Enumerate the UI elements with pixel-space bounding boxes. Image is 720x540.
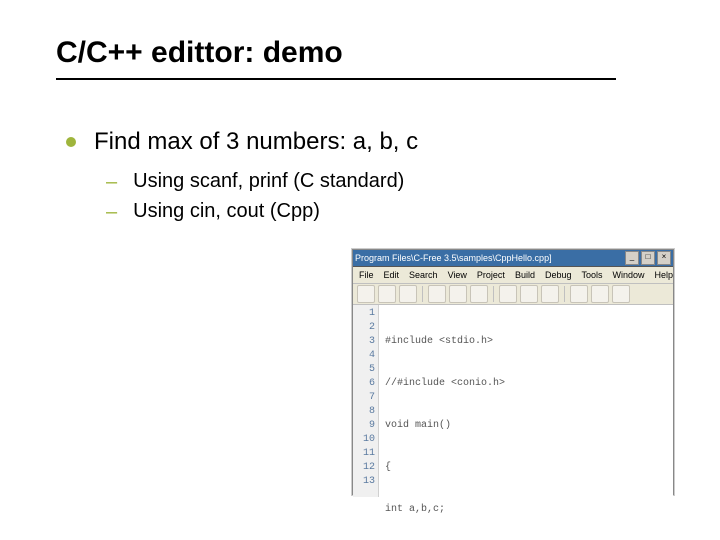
- line-number: 8: [353, 405, 375, 419]
- code-line: #include <stdio.h>: [385, 335, 669, 349]
- toolbar-button[interactable]: [570, 285, 588, 303]
- code-line: //#include <conio.h>: [385, 377, 669, 391]
- code-area[interactable]: #include <stdio.h> //#include <conio.h> …: [379, 305, 673, 497]
- toolbar-button[interactable]: [612, 285, 630, 303]
- title-underline: [56, 78, 616, 80]
- toolbar-button[interactable]: [591, 285, 609, 303]
- toolbar-separator: [564, 286, 565, 302]
- toolbar-button[interactable]: [541, 285, 559, 303]
- line-number: 1: [353, 307, 375, 321]
- menu-window[interactable]: Window: [613, 270, 645, 280]
- bullet-level2-text: Using scanf, prinf (C standard): [133, 170, 404, 193]
- toolbar-button[interactable]: [520, 285, 538, 303]
- dash-icon: –: [106, 171, 117, 194]
- bullet-level1: Find max of 3 numbers: a, b, c: [66, 128, 664, 156]
- line-number: 13: [353, 475, 375, 489]
- toolbar-button[interactable]: [399, 285, 417, 303]
- line-number: 2: [353, 321, 375, 335]
- toolbar-button[interactable]: [449, 285, 467, 303]
- menu-file[interactable]: File: [359, 270, 374, 280]
- close-button[interactable]: ×: [657, 251, 671, 265]
- line-number-gutter: 1 2 3 4 5 6 7 8 9 10 11 12 13: [353, 305, 379, 497]
- ide-editor: 1 2 3 4 5 6 7 8 9 10 11 12 13 #include <…: [353, 305, 673, 497]
- toolbar-separator: [493, 286, 494, 302]
- line-number: 9: [353, 419, 375, 433]
- line-number: 11: [353, 447, 375, 461]
- ide-menubar: File Edit Search View Project Build Debu…: [353, 267, 673, 284]
- line-number: 4: [353, 349, 375, 363]
- ide-title-text: Program Files\C-Free 3.5\samples\CppHell…: [355, 253, 552, 263]
- menu-debug[interactable]: Debug: [545, 270, 572, 280]
- ide-window: Program Files\C-Free 3.5\samples\CppHell…: [352, 249, 674, 495]
- slide-title: C/C++ edittor: demo: [56, 36, 664, 70]
- slide: C/C++ edittor: demo Find max of 3 number…: [0, 0, 720, 540]
- ide-toolbar: [353, 284, 673, 305]
- bullet-level2-item: – Using cin, cout (Cpp): [106, 200, 664, 224]
- code-line: void main(): [385, 419, 669, 433]
- line-number: 10: [353, 433, 375, 447]
- bullet-dot-icon: [66, 137, 76, 147]
- code-line: {: [385, 461, 669, 475]
- window-buttons: _ □ ×: [625, 251, 671, 265]
- slide-body: Find max of 3 numbers: a, b, c – Using s…: [56, 128, 664, 224]
- code-line: int a,b,c;: [385, 503, 669, 517]
- line-number: 7: [353, 391, 375, 405]
- menu-edit[interactable]: Edit: [384, 270, 400, 280]
- toolbar-button[interactable]: [378, 285, 396, 303]
- line-number: 6: [353, 377, 375, 391]
- menu-tools[interactable]: Tools: [581, 270, 602, 280]
- toolbar-button[interactable]: [499, 285, 517, 303]
- minimize-button[interactable]: _: [625, 251, 639, 265]
- bullet-level1-text: Find max of 3 numbers: a, b, c: [94, 128, 418, 156]
- maximize-button[interactable]: □: [641, 251, 655, 265]
- toolbar-button[interactable]: [428, 285, 446, 303]
- toolbar-button[interactable]: [357, 285, 375, 303]
- menu-help[interactable]: Help: [655, 270, 674, 280]
- toolbar-button[interactable]: [470, 285, 488, 303]
- bullet-level2-item: – Using scanf, prinf (C standard): [106, 170, 664, 194]
- line-number: 12: [353, 461, 375, 475]
- menu-build[interactable]: Build: [515, 270, 535, 280]
- bullet-level2-text: Using cin, cout (Cpp): [133, 200, 320, 223]
- menu-project[interactable]: Project: [477, 270, 505, 280]
- menu-search[interactable]: Search: [409, 270, 438, 280]
- menu-view[interactable]: View: [448, 270, 467, 280]
- dash-icon: –: [106, 201, 117, 224]
- line-number: 3: [353, 335, 375, 349]
- bullet-level2-list: – Using scanf, prinf (C standard) – Usin…: [106, 170, 664, 224]
- toolbar-separator: [422, 286, 423, 302]
- ide-titlebar: Program Files\C-Free 3.5\samples\CppHell…: [353, 250, 673, 267]
- line-number: 5: [353, 363, 375, 377]
